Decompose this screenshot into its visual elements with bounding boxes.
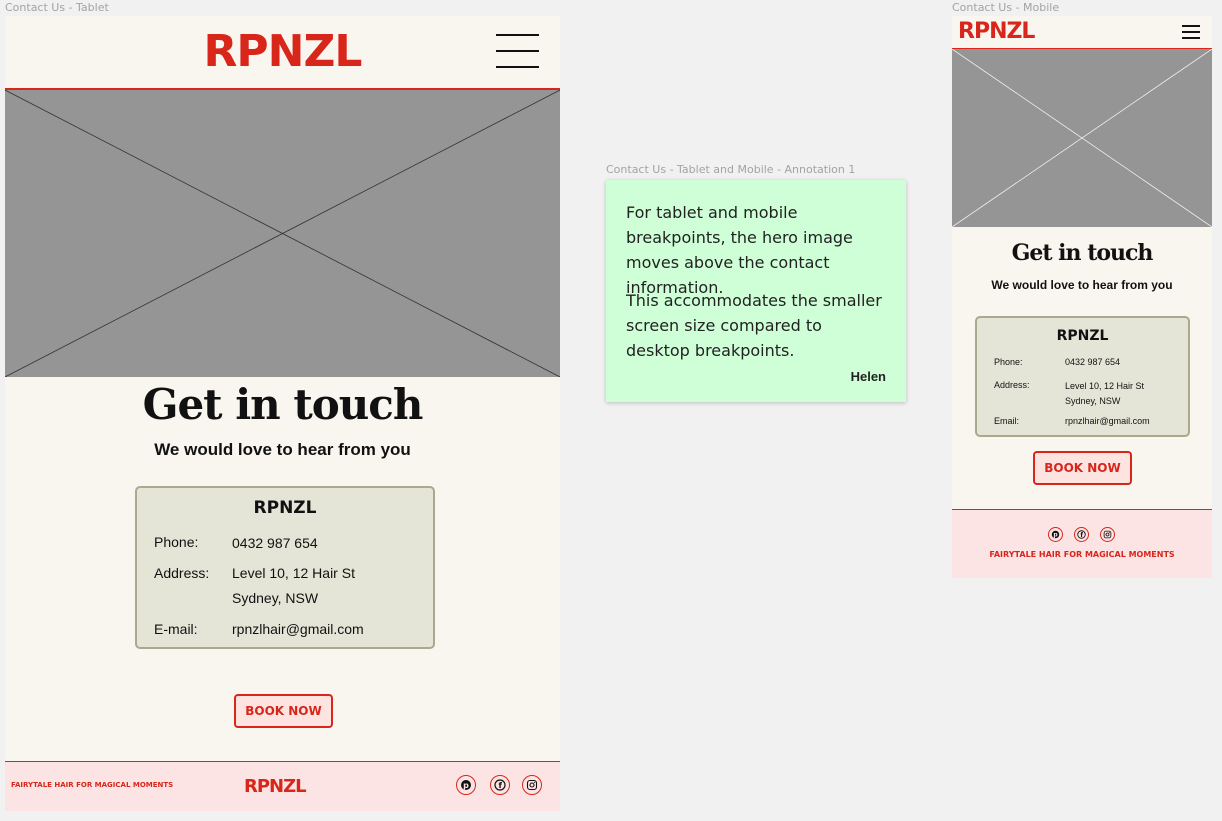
address-label: Address: <box>994 380 1030 390</box>
page-title: Get in touch <box>1011 240 1154 266</box>
hamburger-menu-icon[interactable] <box>496 34 539 68</box>
facebook-icon[interactable]: f <box>1074 527 1089 542</box>
contact-card: RPNZL Phone: 0432 987 654 Address: Level… <box>975 316 1190 437</box>
svg-text:f: f <box>499 781 503 790</box>
instagram-icon[interactable] <box>522 775 542 795</box>
instagram-icon[interactable] <box>1100 527 1115 542</box>
address-label: Address: <box>154 565 210 581</box>
footer: p f FAIRYTALE HAIR FOR MAGICAL MOMENTS <box>952 509 1212 578</box>
phone-label: Phone: <box>994 357 1023 367</box>
address-line2: Sydney, NSW <box>232 590 319 606</box>
footer-tagline: FAIRYTALE HAIR FOR MAGICAL MOMENTS <box>11 781 174 789</box>
book-now-button[interactable]: BOOK NOW <box>1033 451 1132 485</box>
annotation-author: Helen <box>850 369 886 384</box>
email-value[interactable]: rpnzlhair@gmail.com <box>1065 416 1150 426</box>
phone-value[interactable]: 0432 987 654 <box>232 535 318 551</box>
pinterest-icon[interactable]: p <box>1048 527 1063 542</box>
logo[interactable]: RPNZL <box>5 26 560 77</box>
footer-tagline: FAIRYTALE HAIR FOR MAGICAL MOMENTS <box>989 550 1175 559</box>
email-label: Email: <box>994 416 1020 426</box>
logo[interactable]: RPNZL <box>958 19 1035 44</box>
frame-label-mobile: Contact Us - Mobile <box>952 1 1060 14</box>
header: RPNZL <box>952 16 1212 49</box>
hero-image-placeholder <box>5 90 560 377</box>
pinterest-icon[interactable]: p <box>456 775 476 795</box>
address-line1: Level 10, 12 Hair St <box>232 565 355 581</box>
page-subtitle: We would love to hear from you <box>991 278 1173 292</box>
card-logo: RPNZL <box>1056 328 1109 344</box>
annotation-paragraph-2: This accommodates the smaller screen siz… <box>626 291 882 360</box>
address-line2: Sydney, NSW <box>1065 396 1121 406</box>
phone-label: Phone: <box>154 534 199 550</box>
footer-logo[interactable]: RPNZL <box>244 776 307 797</box>
phone-value[interactable]: 0432 987 654 <box>1065 357 1120 367</box>
card-logo: RPNZL <box>253 498 317 518</box>
hero-image-placeholder <box>952 49 1212 227</box>
frame-label-annotation: Contact Us - Tablet and Mobile - Annotat… <box>606 163 856 176</box>
svg-text:f: f <box>1080 532 1083 539</box>
tablet-frame: RPNZL Get in touch We would love to hear… <box>5 16 560 811</box>
book-now-button[interactable]: BOOK NOW <box>234 694 333 728</box>
svg-text:p: p <box>1053 532 1058 539</box>
header: RPNZL <box>5 16 560 90</box>
page-subtitle: We would love to hear from you <box>154 440 411 459</box>
email-value[interactable]: rpnzlhair@gmail.com <box>232 621 364 637</box>
page-title: Get in touch <box>142 380 424 429</box>
mobile-frame: RPNZL Get in touch We would love to hear… <box>952 16 1212 578</box>
contact-card: RPNZL Phone: 0432 987 654 Address: Level… <box>135 486 435 649</box>
frame-label-tablet: Contact Us - Tablet <box>5 1 109 14</box>
annotation-paragraph-1: For tablet and mobile breakpoints, the h… <box>626 203 853 297</box>
address-line1: Level 10, 12 Hair St <box>1065 381 1145 391</box>
email-label: E-mail: <box>154 621 198 637</box>
annotation-note: For tablet and mobile breakpoints, the h… <box>606 180 906 402</box>
facebook-icon[interactable]: f <box>490 775 510 795</box>
footer: FAIRYTALE HAIR FOR MAGICAL MOMENTS RPNZL… <box>5 761 560 811</box>
svg-text:p: p <box>463 781 469 790</box>
hamburger-menu-icon[interactable] <box>1182 25 1200 39</box>
